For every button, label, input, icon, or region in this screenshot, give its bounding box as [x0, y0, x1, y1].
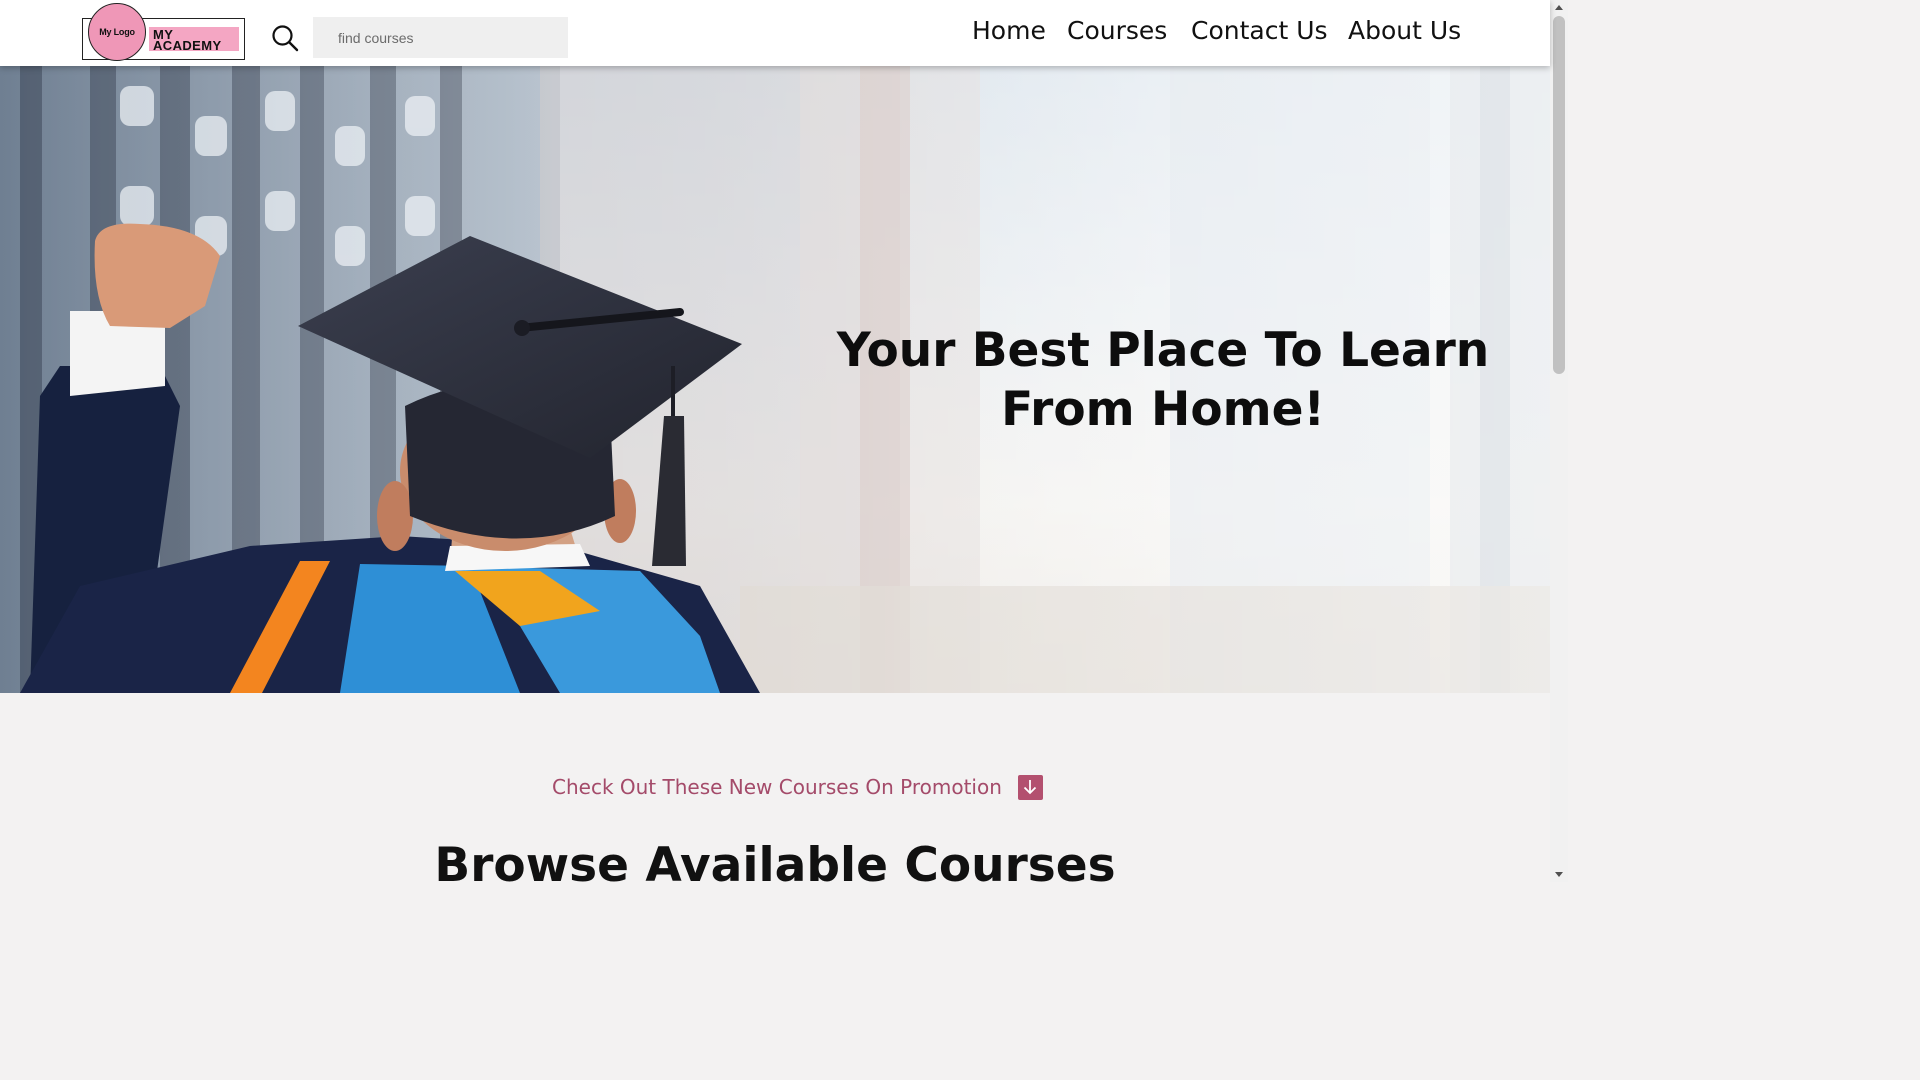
nav-home[interactable]: Home — [972, 14, 1046, 48]
logo-circle: My Logo — [88, 3, 146, 61]
scroll-thumb[interactable] — [1553, 16, 1565, 374]
top-navbar: My Logo MY ACADEMY Home Courses Contact … — [0, 0, 1550, 66]
search-icon[interactable] — [271, 24, 299, 52]
arrow-down-icon[interactable] — [1017, 774, 1043, 800]
promo-link[interactable]: Check Out These New Courses On Promotion — [552, 775, 1002, 799]
logo-circle-text: My Logo — [99, 27, 135, 37]
search-input[interactable] — [313, 17, 568, 58]
hero-title: Your Best Place To Learn From Home! — [836, 323, 1490, 437]
nav-courses[interactable]: Courses — [1067, 14, 1167, 48]
section-title: Browse Available Courses — [434, 838, 1116, 882]
scroll-down-icon[interactable] — [1555, 872, 1563, 877]
hero-banner: Your Best Place To Learn From Home! — [0, 66, 1550, 693]
site-logo[interactable]: My Logo MY ACADEMY — [82, 3, 245, 61]
logo-wordmark: MY ACADEMY — [149, 27, 239, 52]
nav-contact-us[interactable]: Contact Us — [1191, 14, 1328, 48]
page: My Logo MY ACADEMY Home Courses Contact … — [0, 0, 1568, 882]
nav-about-us[interactable]: About Us — [1348, 14, 1461, 48]
promo-banner: Check Out These New Courses On Promotion — [552, 772, 1043, 802]
scroll-up-icon[interactable] — [1555, 5, 1563, 10]
page-scrollbar[interactable] — [1550, 0, 1568, 882]
